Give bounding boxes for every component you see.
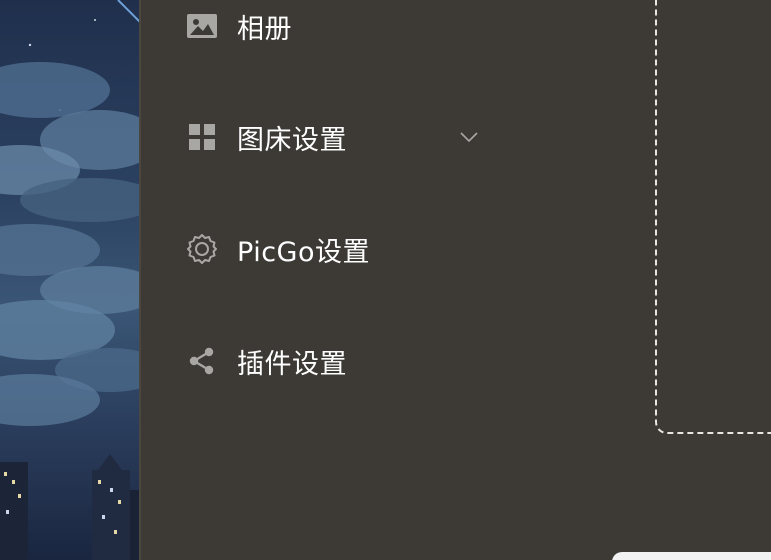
bottom-panel-edge [612,552,771,560]
gear-icon [185,232,219,266]
sidebar-item-label: 插件设置 [237,348,347,380]
sidebar-item-label: PicGo设置 [237,236,370,268]
sidebar-item-label: 相册 [237,13,292,45]
sidebar-item-gallery[interactable]: 相册 [185,6,445,46]
sidebar-item-picbed-settings[interactable]: 图床设置 [185,117,478,157]
sidebar-menu: 相册 图床设置 PicGo设置 插件设置 [141,0,641,560]
image-icon [185,9,219,43]
sidebar-item-picgo-settings[interactable]: PicGo设置 [185,229,445,269]
grid-icon [185,120,219,154]
picgo-window: 相册 图床设置 PicGo设置 插件设置 [0,0,771,560]
night-city-illustration [0,0,140,560]
sidebar-item-plugin-settings[interactable]: 插件设置 [185,341,445,381]
background-artwork [0,0,140,560]
chevron-down-icon[interactable] [457,125,481,149]
sidebar-item-label: 图床设置 [237,124,347,156]
share-icon [185,344,219,378]
upload-drop-zone[interactable] [655,0,771,434]
